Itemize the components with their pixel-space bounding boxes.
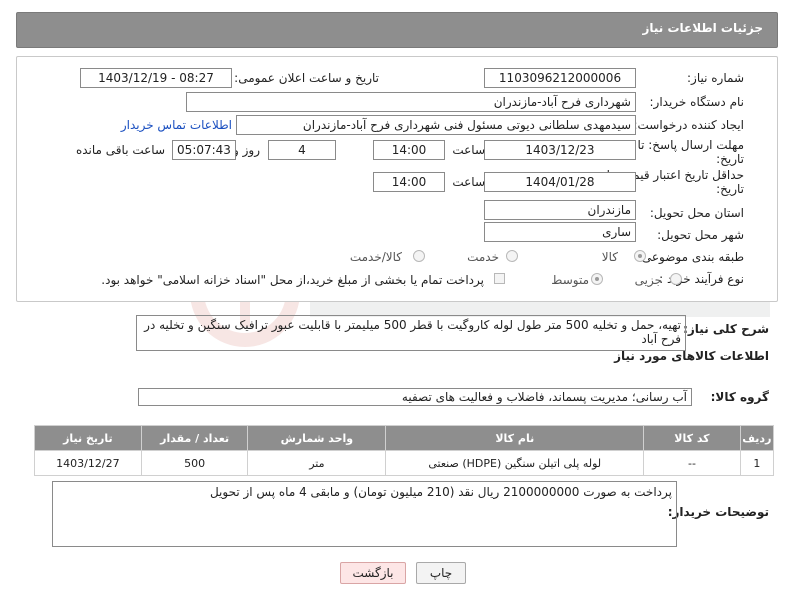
- deadline-time-label: ساعت: [452, 143, 485, 157]
- goods-group-label: گروه کالا:: [710, 390, 769, 404]
- cell-code: --: [643, 450, 741, 476]
- col-need-date: تاریخ نیاز: [34, 425, 142, 451]
- days-remaining-field: 4: [268, 140, 336, 160]
- buyer-contact-link[interactable]: اطلاعات تماس خریدار: [121, 118, 232, 132]
- print-button[interactable]: چاپ: [416, 562, 466, 584]
- cell-name: لوله پلی اتیلن سنگین (HDPE) صنعتی: [385, 450, 645, 476]
- col-code: کد کالا: [643, 425, 741, 451]
- validity-date-field: 1404/01/28: [484, 172, 636, 192]
- process-radio-minor[interactable]: [670, 273, 682, 285]
- description-label: شرح کلی نیاز:: [683, 322, 769, 336]
- goods-table: ردیف کد کالا نام کالا واحد شمارش تعداد /…: [34, 425, 775, 476]
- cell-unit: متر: [247, 450, 387, 476]
- province-field: مازندران: [484, 200, 636, 220]
- col-name: نام کالا: [385, 425, 645, 451]
- cell-quantity: 500: [140, 450, 249, 476]
- col-unit: واحد شمارش: [247, 425, 387, 451]
- buyer-org-field: شهرداری فرح آباد-مازندران: [186, 92, 636, 112]
- col-row: ردیف: [739, 425, 775, 451]
- process-option-minor: جزیی: [634, 273, 662, 287]
- goods-section-title: اطلاعات کالاهای مورد نیاز: [614, 349, 769, 363]
- category-option-service: خدمت: [467, 250, 499, 264]
- validity-time-field: 14:00: [373, 172, 445, 192]
- creator-label: ایجاد کننده درخواست:: [633, 118, 744, 132]
- city-label: شهر محل تحویل:: [657, 228, 744, 242]
- deadline-time-field: 14:00: [373, 140, 445, 160]
- goods-group-field: آب رسانی؛ مدیریت پسماند، فاضلاب و فعالیت…: [138, 388, 692, 406]
- deadline-label: مهلت ارسال پاسخ: تا: [637, 138, 744, 152]
- description-text: تهیه، حمل و تخلیه 500 متر طول لوله کاروگ…: [136, 315, 686, 351]
- time-remaining-field: 05:07:43: [172, 140, 236, 160]
- validity-time-label: ساعت: [452, 175, 485, 189]
- table-row: 1 -- لوله پلی اتیلن سنگین (HDPE) صنعتی م…: [34, 450, 775, 476]
- need-number-field: 1103096212000006: [484, 68, 636, 88]
- category-option-goods: کالا: [601, 250, 618, 264]
- creator-field: سیدمهدی سلطانی دیوتی مسئول فنی شهرداری ف…: [236, 115, 636, 135]
- cell-row: 1: [739, 450, 775, 476]
- days-label: روز و: [233, 143, 260, 157]
- announce-datetime-field: 1403/12/19 - 08:27: [80, 68, 232, 88]
- category-radio-service[interactable]: [506, 250, 518, 262]
- remaining-label: ساعت باقی مانده: [75, 143, 165, 157]
- process-radio-medium[interactable]: [591, 273, 603, 285]
- page-header: جزئیات اطلاعات نیاز: [16, 12, 778, 48]
- treasury-payment-checkbox[interactable]: [494, 273, 505, 284]
- announce-label: تاریخ و ساعت اعلان عمومی:: [234, 71, 379, 85]
- back-button[interactable]: بازگشت: [340, 562, 406, 584]
- province-label: استان محل تحویل:: [649, 206, 744, 220]
- cell-need-date: 1403/12/27: [34, 450, 142, 476]
- city-field: ساری: [484, 222, 636, 242]
- deadline-date-field: 1403/12/23: [484, 140, 636, 160]
- deadline-label-date: تاریخ:: [716, 152, 744, 166]
- category-option-goods-service: کالا/خدمت: [349, 250, 402, 264]
- category-radio-goods[interactable]: [634, 250, 646, 262]
- need-number-label: شماره نیاز:: [687, 71, 744, 85]
- col-quantity: تعداد / مقدار: [140, 425, 249, 451]
- buyer-notes-text: پرداخت به صورت 2100000000 ریال نقد (210 …: [52, 481, 677, 547]
- buyer-org-label: نام دستگاه خریدار:: [649, 95, 745, 109]
- page-title: جزئیات اطلاعات نیاز: [642, 21, 763, 35]
- validity-label-date: تاریخ:: [716, 182, 744, 196]
- buyer-notes-label: توضیحات خریدار:: [667, 505, 769, 519]
- category-radio-goods-service[interactable]: [413, 250, 425, 262]
- treasury-payment-note: پرداخت تمام یا بخشی از مبلغ خرید،از محل …: [101, 273, 484, 287]
- process-option-medium: متوسط: [551, 273, 589, 287]
- category-label: طبقه بندی موضوعی:: [637, 250, 744, 264]
